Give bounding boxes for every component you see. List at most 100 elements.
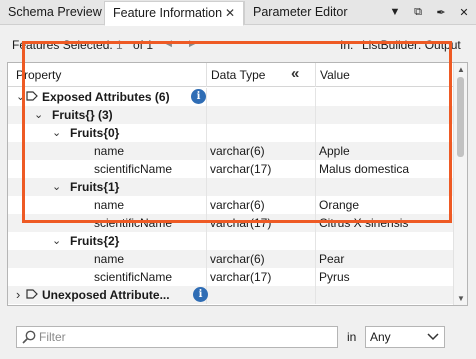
filter-input[interactable] (39, 329, 319, 345)
property-name: name (94, 198, 125, 212)
info-icon[interactable]: i (193, 287, 208, 302)
collapse-columns-icon[interactable]: « (291, 65, 299, 82)
property-name: Fruits{2} (70, 234, 120, 248)
tree-group-row[interactable]: ⌄ Fruits{2} (8, 232, 454, 250)
column-divider (206, 160, 207, 178)
search-icon (22, 330, 36, 344)
property-name: name (94, 144, 125, 158)
tab-feature-information[interactable]: Feature Information ✕ (104, 1, 244, 26)
column-header-property[interactable]: Property (16, 68, 61, 82)
column-divider (206, 106, 207, 124)
column-divider (315, 232, 316, 250)
column-divider (206, 214, 207, 232)
scroll-up-icon[interactable]: ▲ (457, 65, 465, 74)
tree-group-row[interactable]: ⌄ Exposed Attributes (6) i (8, 88, 454, 106)
features-selected-bar: Features Selected: 1 of 1 ◀ ▶ In: ListBu… (0, 30, 476, 58)
table-row[interactable]: scientificName varchar(17) Malus domestica (8, 160, 454, 178)
property-name: Fruits{1} (70, 180, 120, 194)
filter-in-label: in (347, 330, 357, 344)
value-cell: Citrus X sinensis (319, 216, 409, 230)
tree-group-row[interactable]: ⌄ Fruits{} (3) (8, 106, 454, 124)
column-divider (206, 178, 207, 196)
scroll-down-icon[interactable]: ▼ (457, 294, 465, 303)
collapse-arrow-icon[interactable]: ⌄ (34, 106, 43, 124)
next-feature-icon[interactable]: ▶ (189, 38, 196, 49)
property-name: scientificName (94, 216, 173, 230)
filter-bar: in Any (0, 318, 476, 354)
vertical-scrollbar[interactable]: ▲ ▼ (453, 63, 467, 305)
table-row[interactable]: name varchar(6) Apple (8, 142, 454, 160)
attribute-table: Property Data Type « Value ⌄ Exposed Attr… (7, 62, 468, 306)
column-divider (206, 250, 207, 268)
dropdown-icon[interactable]: ▼ (389, 5, 401, 19)
collapse-arrow-icon[interactable]: ⌄ (16, 88, 25, 106)
tab-close-icon[interactable]: ✕ (225, 2, 235, 25)
property-name: name (94, 252, 125, 266)
column-divider[interactable] (206, 63, 207, 87)
filter-scope-select[interactable]: Any (365, 326, 445, 348)
table-row[interactable]: name varchar(6) Pear (8, 250, 454, 268)
float-window-icon[interactable]: ⧉ (412, 5, 424, 19)
table-row[interactable]: scientificName varchar(17) Pyrus (8, 268, 454, 286)
features-current-index: 1 (116, 38, 123, 52)
filter-scope-value: Any (370, 330, 391, 344)
property-name: scientificName (94, 162, 173, 176)
column-divider (315, 124, 316, 142)
column-divider (315, 178, 316, 196)
value-cell: Pear (319, 252, 345, 266)
window-controls: ▼ ⧉ ✒ ✕ (389, 4, 470, 20)
column-header-value[interactable]: Value (320, 68, 350, 82)
column-divider (315, 268, 316, 286)
collapse-arrow-icon[interactable]: ⌄ (52, 178, 61, 196)
tree-group-row[interactable]: ⌄ Fruits{1} (8, 178, 454, 196)
filter-field[interactable] (16, 326, 338, 348)
column-divider (315, 142, 316, 160)
column-divider (315, 88, 316, 106)
property-name: scientificName (94, 270, 173, 284)
column-divider (206, 124, 207, 142)
property-name: Exposed Attributes (6) (42, 90, 170, 104)
tab-label: Parameter Editor (253, 5, 348, 19)
value-cell: Malus domestica (319, 162, 410, 176)
scroll-thumb[interactable] (457, 77, 464, 157)
column-divider (315, 250, 316, 268)
pin-icon[interactable]: ✒ (435, 5, 447, 19)
column-divider (206, 196, 207, 214)
tree-group-row[interactable]: ⌄ Fruits{0} (8, 124, 454, 142)
data-type-cell: varchar(6) (210, 144, 265, 158)
value-cell: Pyrus (319, 270, 350, 284)
column-divider (315, 214, 316, 232)
column-header-data-type[interactable]: Data Type (211, 68, 265, 82)
column-divider[interactable] (315, 63, 316, 87)
property-name: Fruits{0} (70, 126, 120, 140)
close-icon[interactable]: ✕ (458, 5, 470, 19)
table-row[interactable]: scientificName varchar(17) Citrus X sinens… (8, 214, 454, 232)
column-divider (315, 106, 316, 124)
attribute-tag-icon (26, 286, 38, 304)
expand-arrow-icon[interactable]: › (16, 286, 20, 304)
column-divider (206, 232, 207, 250)
column-divider (206, 142, 207, 160)
data-type-cell: varchar(17) (210, 162, 272, 176)
tab-parameter-editor[interactable]: Parameter Editor (244, 1, 356, 25)
source-label: In: (340, 38, 354, 52)
table-header: Property Data Type « Value (8, 63, 454, 87)
previous-feature-icon[interactable]: ◀ (165, 38, 172, 49)
property-name: Fruits{} (3) (52, 108, 113, 122)
value-cell: Orange (319, 198, 360, 212)
data-type-cell: varchar(17) (210, 270, 272, 284)
tab-schema-preview[interactable]: Schema Preview (0, 1, 104, 25)
value-cell: Apple (319, 144, 350, 158)
table-body: ⌄ Exposed Attributes (6) i ⌄ Fruits{} (3) ⌄ Fr… (8, 88, 454, 304)
collapse-arrow-icon[interactable]: ⌄ (52, 124, 61, 142)
info-icon[interactable]: i (191, 89, 206, 104)
collapse-arrow-icon[interactable]: ⌄ (52, 232, 61, 250)
tab-label: Feature Information (113, 6, 223, 20)
chevron-down-icon (427, 333, 439, 341)
column-divider (315, 160, 316, 178)
features-total: of 1 (133, 38, 154, 52)
table-row[interactable]: name varchar(6) Orange (8, 196, 454, 214)
column-divider (315, 196, 316, 214)
tree-group-row[interactable]: › Unexposed Attribute... i (8, 286, 454, 304)
property-name: Unexposed Attribute... (42, 288, 170, 302)
